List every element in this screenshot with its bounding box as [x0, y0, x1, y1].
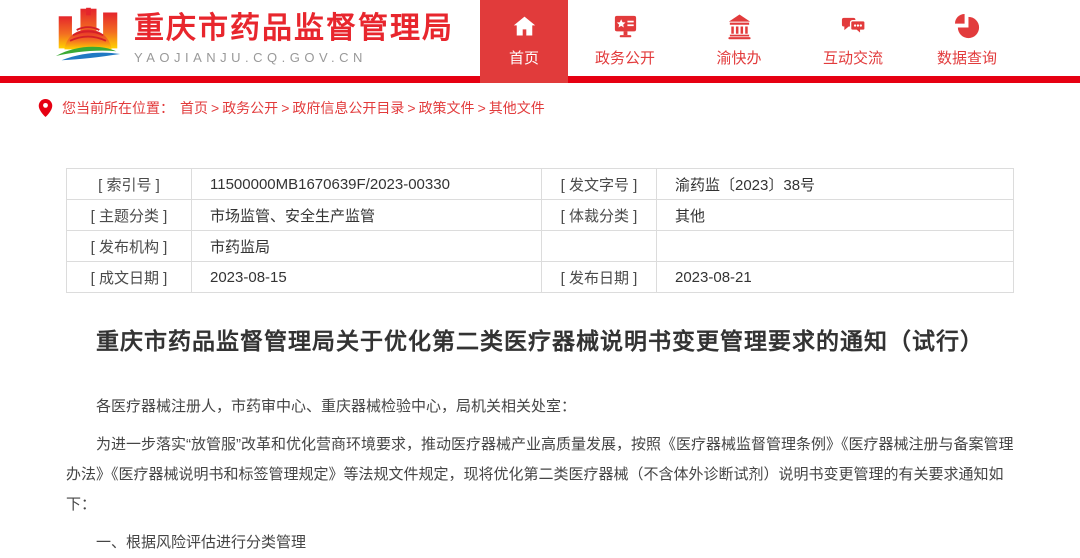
tab-label: 数据查询 [937, 47, 997, 68]
article-paragraph-intro: 为进一步落实“放管服”改革和优化营商环境要求，推动医疗器械产业高质量发展，按照《… [66, 430, 1014, 520]
breadcrumb-item-gov-info[interactable]: 政务公开 [222, 98, 278, 118]
tab-label: 渝快办 [716, 47, 761, 68]
meta-label-topic: [ 主题分类 ] [67, 200, 192, 231]
home-icon [511, 13, 538, 40]
meta-value-publisher: 市药监局 [192, 231, 542, 262]
tab-gov-info[interactable]: 政务公开 [568, 0, 682, 83]
location-pin-icon [38, 98, 53, 118]
document-content: [ 索引号 ] 11500000MB1670639F/2023-00330 [ … [66, 168, 1014, 558]
breadcrumb-separator: > [211, 100, 219, 116]
building-logo-icon [54, 7, 122, 69]
breadcrumb-item-directory[interactable]: 政府信息公开目录 [292, 98, 404, 118]
table-row: [ 发布机构 ] 市药监局 [67, 231, 1014, 262]
breadcrumb-separator: > [281, 100, 289, 116]
tab-label: 政务公开 [595, 47, 655, 68]
meta-label-publisher: [ 发布机构 ] [67, 231, 192, 262]
document-meta-table: [ 索引号 ] 11500000MB1670639F/2023-00330 [ … [66, 168, 1014, 293]
site-logo[interactable]: 重庆市药品监督管理局 YAOJIANJU.CQ.GOV.CN [54, 0, 454, 76]
article-title: 重庆市药品监督管理局关于优化第二类医疗器械说明书变更管理要求的通知（试行） [66, 322, 1014, 356]
main-nav: 首页 政务公开 [480, 0, 1024, 83]
tab-label: 首页 [509, 47, 539, 68]
site-header: 重庆市药品监督管理局 YAOJIANJU.CQ.GOV.CN 首页 [0, 0, 1080, 83]
breadcrumb-prefix: 您当前所在位置： [62, 98, 174, 118]
monitor-star-icon [612, 13, 639, 40]
meta-label-doc-no: [ 发文字号 ] [542, 169, 657, 200]
meta-label-index-no: [ 索引号 ] [67, 169, 192, 200]
tab-interaction[interactable]: 互动交流 [796, 0, 910, 83]
table-row: [ 成文日期 ] 2023-08-15 [ 发布日期 ] 2023-08-21 [67, 262, 1014, 293]
table-row: [ 主题分类 ] 市场监管、安全生产监管 [ 体裁分类 ] 其他 [67, 200, 1014, 231]
article-section-heading-1: 一、根据风险评估进行分类管理 [66, 528, 1014, 558]
site-url: YAOJIANJU.CQ.GOV.CN [134, 50, 454, 65]
chat-bubbles-icon [840, 13, 867, 40]
meta-value-doc-no: 渝药监〔2023〕38号 [657, 169, 1014, 200]
table-row: [ 索引号 ] 11500000MB1670639F/2023-00330 [ … [67, 169, 1014, 200]
article-body: 各医疗器械注册人，市药审中心、重庆器械检验中心，局机关相关处室： 为进一步落实“… [66, 392, 1014, 558]
bank-icon [726, 13, 753, 40]
breadcrumb-item-policy-files[interactable]: 政策文件 [419, 98, 475, 118]
meta-value-empty [657, 231, 1014, 262]
tab-data-query[interactable]: 数据查询 [910, 0, 1024, 83]
meta-value-index-no: 11500000MB1670639F/2023-00330 [192, 169, 542, 200]
breadcrumb: 您当前所在位置： 首页 > 政务公开 > 政府信息公开目录 > 政策文件 > 其… [0, 83, 1080, 130]
breadcrumb-item-home[interactable]: 首页 [180, 98, 208, 118]
meta-label-publish-date: [ 发布日期 ] [542, 262, 657, 293]
tab-label: 互动交流 [823, 47, 883, 68]
breadcrumb-separator: > [478, 100, 486, 116]
breadcrumb-item-other-files[interactable]: 其他文件 [489, 98, 545, 118]
meta-value-written-date: 2023-08-15 [192, 262, 542, 293]
meta-label-genre: [ 体裁分类 ] [542, 200, 657, 231]
tab-yukuaiban[interactable]: 渝快办 [682, 0, 796, 83]
meta-value-genre: 其他 [657, 200, 1014, 231]
meta-label-written-date: [ 成文日期 ] [67, 262, 192, 293]
tab-home[interactable]: 首页 [480, 0, 568, 83]
meta-value-publish-date: 2023-08-21 [657, 262, 1014, 293]
meta-label-empty [542, 231, 657, 262]
pie-chart-icon [954, 13, 981, 40]
article-paragraph-salutation: 各医疗器械注册人，市药审中心、重庆器械检验中心，局机关相关处室： [66, 392, 1014, 422]
site-title: 重庆市药品监督管理局 [134, 12, 454, 46]
meta-value-topic: 市场监管、安全生产监管 [192, 200, 542, 231]
breadcrumb-separator: > [407, 100, 415, 116]
